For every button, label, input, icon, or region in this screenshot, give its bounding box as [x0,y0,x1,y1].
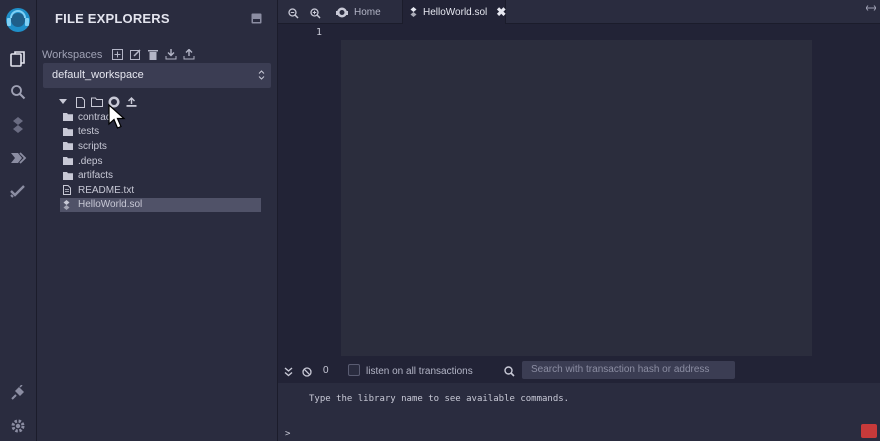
plugin-manager-icon[interactable] [6,381,30,405]
folder-icon [63,157,73,166]
folder-icon [63,142,73,151]
line-number: 1 [316,27,323,38]
tree-item-scripts[interactable]: scripts [60,139,261,154]
file-explorer-icon[interactable] [6,47,30,71]
search-icon [504,364,515,382]
tree-item-readme[interactable]: README.txt [60,183,261,198]
tab-home[interactable]: Home [336,0,381,24]
icon-rail [0,0,37,441]
close-tab-icon[interactable]: ✖ [496,5,506,19]
new-file-icon[interactable] [74,96,86,108]
folder-icon [63,127,73,136]
file-explorer-panel: FILE EXPLORERS Workspaces default_worksp… [37,0,278,441]
tree-item-label: artifacts [78,170,114,182]
collapse-terminal-icon[interactable] [284,364,293,382]
tree-item-deps[interactable]: .deps [60,154,261,169]
remix-logo-icon[interactable] [4,6,32,34]
settings-gear-icon[interactable] [6,414,30,438]
testing-icon[interactable] [6,179,30,203]
tab-label: HelloWorld.sol [423,6,488,18]
new-folder-icon[interactable] [91,96,103,108]
solidity-file-icon [410,7,417,17]
mouse-pointer-icon [108,103,126,135]
search-icon[interactable] [6,80,30,104]
file-icon [63,185,73,196]
collapse-panel-icon[interactable] [251,11,262,29]
video-overlay-icon [861,424,877,438]
tree-item-contracts[interactable]: contracts [60,110,261,125]
clear-console-icon[interactable] [302,364,312,382]
tree-item-tests[interactable]: tests [60,125,261,140]
rename-workspace-icon[interactable] [128,47,142,61]
download-workspace-icon[interactable] [164,47,178,61]
tree-item-label: HelloWorld.sol [78,199,143,211]
transaction-search-input[interactable]: Search with transaction hash or address [522,361,735,379]
tree-item-label: scripts [78,140,107,152]
tree-item-helloworld[interactable]: HelloWorld.sol [60,197,261,213]
tree-item-artifacts[interactable]: artifacts [60,168,261,183]
caret-down-icon[interactable] [57,96,69,108]
file-tree: contracts tests scripts .deps artifacts … [60,110,261,213]
editor-tab-bar: Home HelloWorld.sol ✖ [278,0,880,24]
solidity-compiler-icon[interactable] [6,113,30,137]
workspaces-label: Workspaces [42,49,103,61]
zoom-out-icon[interactable] [288,6,299,24]
tab-label: Home [354,6,381,18]
listen-label: listen on all transactions [366,366,473,377]
workspace-actions [110,47,196,61]
pending-transactions-count: 0 [323,365,329,376]
remix-ide: FILE EXPLORERS Workspaces default_worksp… [0,0,880,441]
workspace-select-value: default_workspace [52,69,144,81]
panel-title: FILE EXPLORERS [55,11,170,26]
deploy-run-icon[interactable] [6,146,30,170]
terminal-message: Type the library name to see available c… [309,394,570,404]
add-workspace-icon[interactable] [110,47,124,61]
listen-checkbox[interactable] [348,364,360,376]
code-editor[interactable] [341,40,812,356]
delete-workspace-icon[interactable] [146,47,160,61]
workspace-select[interactable]: default_workspace [43,63,271,88]
solidity-file-icon [63,199,73,210]
line-number-gutter [278,25,341,355]
tree-item-label: tests [78,126,100,138]
select-arrows-icon [258,69,265,84]
terminal-prompt[interactable]: > [285,429,290,439]
folder-icon [63,113,73,122]
zoom-in-icon[interactable] [310,6,321,24]
tree-item-label: .deps [78,155,103,167]
expand-icon[interactable] [865,4,877,15]
terminal-toolbar: 0 listen on all transactions Search with… [278,356,880,383]
tab-helloworld[interactable]: HelloWorld.sol ✖ [402,0,506,24]
remix-home-icon [336,7,348,18]
folder-icon [63,171,73,180]
terminal-output: Type the library name to see available c… [278,383,880,441]
upload-file-icon[interactable] [125,96,137,108]
tree-item-label: README.txt [78,184,135,196]
restore-workspace-icon[interactable] [182,47,196,61]
